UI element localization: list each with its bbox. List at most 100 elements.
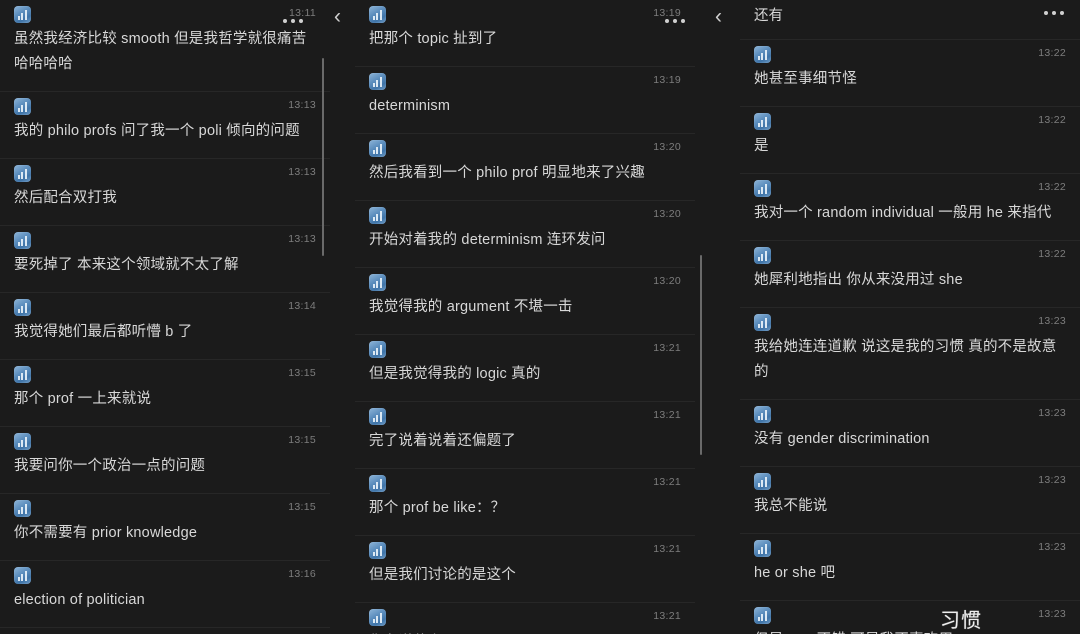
message-item[interactable]: 13:13 要死掉了 本来这个领域就不太了解 (0, 226, 330, 293)
chat-avatar-icon (369, 609, 386, 626)
message-item[interactable]: 13:21 那个 prof be like：？ (355, 469, 695, 536)
chat-avatar-icon (369, 341, 386, 358)
message-timestamp: 13:23 (1038, 541, 1066, 553)
chat-avatar-icon (14, 366, 31, 383)
message-item[interactable]: 13:15 我要问你一个政治一点的问题 (0, 427, 330, 494)
message-header: 13:21 (369, 408, 681, 426)
back-chevron-icon-2[interactable]: ‹ (715, 6, 722, 27)
message-text: 我的 philo profs 问了我一个 poli 倾向的问题 (14, 123, 300, 139)
message-text: 但是我们讨论的是这个 (369, 567, 516, 583)
message-text: 我要问你一个政治一点的问题 (14, 458, 206, 474)
message-item[interactable]: 13:15 那个 prof 一上来就说 (0, 360, 330, 427)
message-text: 她犀利地指出 你从来没用过 she (754, 272, 963, 288)
message-item[interactable]: 13:13 我的 philo profs 问了我一个 poli 倾向的问题 (0, 92, 330, 159)
message-timestamp: 13:21 (653, 610, 681, 622)
message-text: 然后我看到一个 philo prof 明显地来了兴趣 (369, 165, 645, 181)
message-text: 我对一个 random individual 一般用 he 来指代 (754, 205, 1052, 221)
message-timestamp: 13:21 (653, 476, 681, 488)
message-item[interactable]: 13:19 我硬扯 (0, 628, 330, 634)
message-header: 13:13 (14, 98, 316, 116)
chat-avatar-icon (14, 165, 31, 182)
message-item[interactable]: 13:13 然后配合双打我 (0, 159, 330, 226)
message-header: 13:23 (754, 540, 1066, 558)
chat-column-2: 13:19 把那个 topic 扯到了 13:19 determinism 13… (355, 0, 695, 634)
message-item[interactable]: 13:22 她甚至事细节怪 (740, 40, 1080, 107)
more-options-icon-column-3[interactable] (1044, 11, 1064, 15)
chat-avatar-icon (369, 207, 386, 224)
chat-avatar-icon (369, 274, 386, 291)
message-item[interactable]: 13:23 he or she 吧 (740, 534, 1080, 601)
message-text: election of politician (14, 592, 145, 608)
chat-avatar-icon (369, 542, 386, 559)
chat-avatar-icon (369, 475, 386, 492)
chat-column-1: 13:11 虽然我经济比较 smooth 但是我哲学就很痛苦哈哈哈哈 13:13… (0, 0, 330, 634)
message-header: 13:19 (369, 73, 681, 91)
message-header: 13:13 (14, 165, 316, 183)
message-text: 我觉得我的 argument 不堪一击 (369, 299, 573, 315)
message-item[interactable]: 13:11 虽然我经济比较 smooth 但是我哲学就很痛苦哈哈哈哈 (0, 0, 330, 92)
message-timestamp: 13:22 (1038, 47, 1066, 59)
message-item[interactable]: 13:19 determinism (355, 67, 695, 134)
message-timestamp: 13:16 (288, 568, 316, 580)
message-timestamp: 13:15 (288, 434, 316, 446)
message-item[interactable]: 13:16 election of politician (0, 561, 330, 628)
message-header: 13:21 (369, 341, 681, 359)
message-item[interactable]: 13:20 然后我看到一个 philo prof 明显地来了兴趣 (355, 134, 695, 201)
message-text: 完了说着说着还偏题了 (369, 433, 516, 449)
message-item[interactable]: 13:21 但是我们讨论的是这个 (355, 536, 695, 603)
message-item[interactable]: 13:21 完了说着说着还偏题了 (355, 402, 695, 469)
message-item[interactable]: 13:20 我觉得我的 argument 不堪一击 (355, 268, 695, 335)
message-header: 13:15 (14, 433, 316, 451)
chat-avatar-icon (369, 73, 386, 90)
chat-avatar-icon (14, 433, 31, 450)
message-item[interactable]: 13:14 我觉得她们最后都听懵 b 了 (0, 293, 330, 360)
scrollbar-column-2[interactable] (700, 255, 702, 455)
message-item[interactable]: 13:22 她犀利地指出 你从来没用过 she (740, 241, 1080, 308)
message-header: 13:21 (369, 609, 681, 627)
chat-avatar-icon (14, 567, 31, 584)
message-item[interactable]: 13:22 我对一个 random individual 一般用 he 来指代 (740, 174, 1080, 241)
message-header: 13:20 (369, 140, 681, 158)
message-item[interactable]: 13:21 但是我觉得我的 logic 真的 (355, 335, 695, 402)
message-text: 我总不能说 (754, 498, 828, 514)
message-timestamp: 13:14 (288, 300, 316, 312)
message-text: 她甚至事细节怪 (754, 71, 857, 87)
scrollbar-column-1[interactable] (322, 58, 324, 256)
message-item[interactable]: 13:23 我总不能说 (740, 467, 1080, 534)
message-header: 13:14 (14, 299, 316, 317)
message-header: 13:22 (754, 113, 1066, 131)
chat-avatar-icon (14, 232, 31, 249)
message-timestamp: 13:13 (288, 233, 316, 245)
message-text: 那个 prof 一上来就说 (14, 391, 152, 407)
chat-avatar-icon (754, 113, 771, 130)
message-text: 我给她连连道歉 说这是我的习惯 真的不是故意的 (754, 339, 1057, 380)
message-item[interactable]: 13:23 没有 gender discrimination (740, 400, 1080, 467)
message-header: 13:22 (754, 180, 1066, 198)
back-chevron-icon-1[interactable]: ‹ (334, 6, 341, 27)
message-text: 虽然我经济比较 smooth 但是我哲学就很痛苦哈哈哈哈 (14, 31, 307, 72)
message-text: determinism (369, 98, 451, 114)
message-item-with-correction[interactable]: 13:23 但是 one 不错 可是我不喜欢用 习惯 (740, 601, 1080, 634)
message-header: 13:16 (14, 567, 316, 585)
message-timestamp: 13:19 (653, 7, 681, 19)
message-item[interactable]: 13:20 开始对着我的 determinism 连环发问 (355, 201, 695, 268)
message-text: 但是我觉得我的 logic 真的 (369, 366, 541, 382)
message-item[interactable]: 13:23 我给她连连道歉 说这是我的习惯 真的不是故意的 (740, 308, 1080, 400)
message-header: 13:20 (369, 207, 681, 225)
message-item[interactable]: 13:19 把那个 topic 扯到了 (355, 0, 695, 67)
dot (291, 19, 295, 23)
message-item[interactable]: 13:22 是 (740, 107, 1080, 174)
dot (1044, 11, 1048, 15)
message-timestamp: 13:22 (1038, 181, 1066, 193)
more-options-icon-column-2[interactable] (665, 19, 685, 23)
dot (681, 19, 685, 23)
more-options-icon-column-1[interactable] (283, 19, 303, 23)
message-timestamp: 13:21 (653, 342, 681, 354)
message-text: 但是 one 不错 可是我不喜欢用 习惯 (754, 608, 1066, 634)
dot (673, 19, 677, 23)
chat-avatar-icon (369, 140, 386, 157)
message-item[interactable]: 13:21 你在说什么 (355, 603, 695, 634)
dot (1060, 11, 1064, 15)
message-item[interactable]: 13:15 你不需要有 prior knowledge (0, 494, 330, 561)
message-text: 我觉得她们最后都听懵 b 了 (14, 324, 193, 340)
